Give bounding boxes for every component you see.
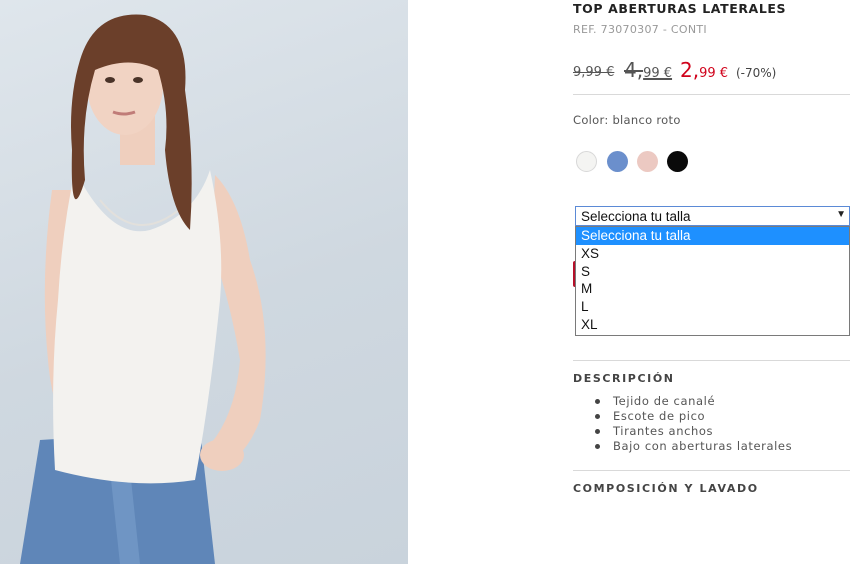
sale-price: 2,99 €	[680, 58, 729, 82]
product-reference: REF. 73070307 - CONTI	[573, 23, 707, 36]
size-dropdown-list[interactable]: Selecciona tu talla XS S M L XL	[575, 226, 850, 336]
list-item: Tirantes anchos	[595, 424, 792, 439]
description-heading[interactable]: DESCRIPCIÓN	[573, 372, 675, 385]
list-item: Tejido de canalé	[595, 394, 792, 409]
swatch-blanco-roto[interactable]	[576, 151, 597, 172]
discount-badge: (-70%)	[736, 66, 777, 80]
product-image[interactable]	[0, 0, 408, 564]
list-item: Bajo con aberturas laterales	[595, 439, 792, 454]
color-label: Color: blanco roto	[573, 113, 681, 127]
divider	[573, 470, 850, 471]
chevron-down-icon[interactable]: ▼	[836, 209, 846, 220]
divider	[573, 94, 850, 95]
model-illustration	[20, 14, 266, 564]
size-option-placeholder[interactable]: Selecciona tu talla	[576, 227, 849, 245]
swatch-rosa[interactable]	[637, 151, 658, 172]
size-option-l[interactable]: L	[576, 298, 849, 316]
original-price: 9,99 €	[573, 65, 615, 80]
size-option-xl[interactable]: XL	[576, 316, 849, 334]
size-option-s[interactable]: S	[576, 263, 849, 281]
composition-heading[interactable]: COMPOSICIÓN Y LAVADO	[573, 482, 759, 495]
description-list: Tejido de canalé Escote de pico Tirantes…	[595, 394, 792, 454]
swatch-azul[interactable]	[607, 151, 628, 172]
size-select-value: Selecciona tu talla	[581, 209, 691, 224]
size-option-xs[interactable]: XS	[576, 245, 849, 263]
list-item: Escote de pico	[595, 409, 792, 424]
size-select[interactable]: Selecciona tu talla ▼	[575, 206, 850, 226]
size-option-m[interactable]: M	[576, 280, 849, 298]
previous-price: 4,99 €	[624, 58, 673, 82]
divider	[573, 360, 850, 361]
product-title: TOP ABERTURAS LATERALES	[573, 1, 787, 16]
swatch-negro[interactable]	[667, 151, 688, 172]
